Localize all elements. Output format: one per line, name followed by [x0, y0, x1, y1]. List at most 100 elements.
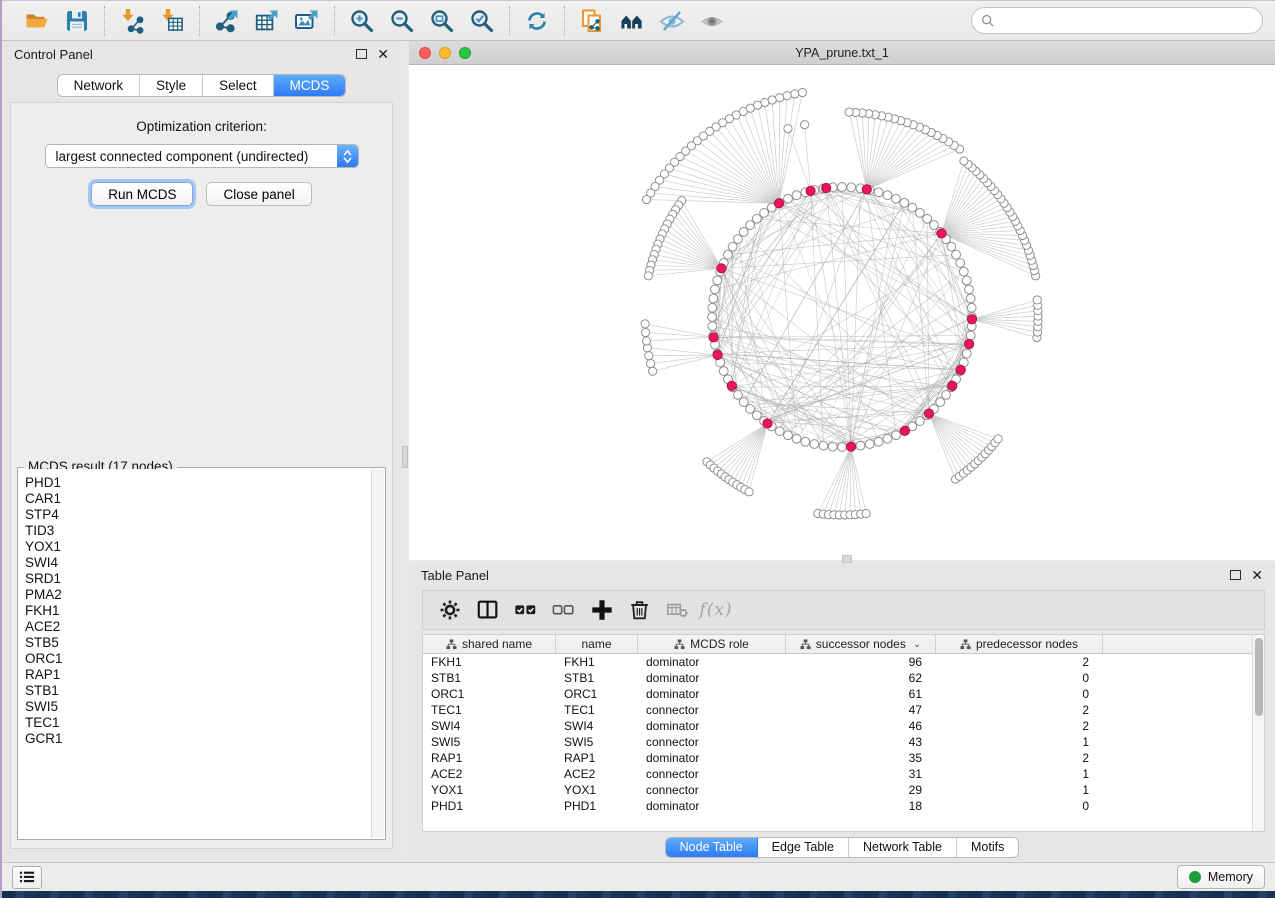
- network-satellite-node[interactable]: [845, 108, 853, 116]
- export-network-icon[interactable]: [210, 5, 244, 37]
- network-node[interactable]: [916, 417, 925, 426]
- network-node[interactable]: [792, 191, 801, 200]
- memory-button[interactable]: Memory: [1177, 865, 1265, 889]
- network-dominator-node[interactable]: [965, 339, 974, 348]
- network-node[interactable]: [966, 294, 975, 303]
- table-row[interactable]: PHD1PHD1dominator180: [423, 798, 1252, 814]
- network-dominator-node[interactable]: [713, 350, 722, 359]
- network-satellite-node[interactable]: [642, 328, 650, 336]
- import-network-icon[interactable]: [115, 5, 149, 37]
- network-node[interactable]: [724, 250, 733, 259]
- network-node[interactable]: [708, 322, 717, 331]
- network-node[interactable]: [883, 434, 892, 443]
- network-node[interactable]: [711, 285, 720, 294]
- network-satellite-node[interactable]: [745, 488, 753, 496]
- open-session-icon[interactable]: [20, 5, 54, 37]
- network-node[interactable]: [784, 194, 793, 203]
- mcds-result-item[interactable]: ACE2: [25, 619, 371, 635]
- table-row[interactable]: ACE2ACE2connector311: [423, 766, 1252, 782]
- search-field[interactable]: [971, 7, 1263, 34]
- network-satellite-node[interactable]: [862, 509, 870, 517]
- network-node[interactable]: [916, 209, 925, 218]
- network-node[interactable]: [966, 331, 975, 340]
- network-node[interactable]: [965, 285, 974, 294]
- network-node[interactable]: [959, 267, 968, 276]
- network-dominator-node[interactable]: [717, 264, 726, 273]
- network-node[interactable]: [819, 441, 828, 450]
- network-satellite-node[interactable]: [784, 124, 792, 132]
- network-satellite-node[interactable]: [801, 121, 809, 129]
- table-row[interactable]: TEC1TEC1connector472: [423, 702, 1252, 718]
- network-dominator-node[interactable]: [709, 333, 718, 342]
- show-all-icon[interactable]: [695, 5, 729, 37]
- network-node[interactable]: [739, 227, 748, 236]
- tab-network[interactable]: Network: [58, 75, 141, 96]
- mcds-result-item[interactable]: TID3: [25, 523, 371, 539]
- network-satellite-node[interactable]: [644, 272, 652, 280]
- tab-node-table[interactable]: Node Table: [666, 838, 758, 857]
- tab-motifs[interactable]: Motifs: [957, 838, 1018, 857]
- mcds-result-item[interactable]: CAR1: [25, 491, 371, 507]
- network-node[interactable]: [719, 367, 728, 376]
- tab-network-table[interactable]: Network Table: [849, 838, 957, 857]
- network-satellite-node[interactable]: [641, 320, 649, 328]
- network-satellite-node[interactable]: [645, 352, 653, 360]
- network-node[interactable]: [708, 313, 717, 322]
- network-node[interactable]: [923, 214, 932, 223]
- float-icon[interactable]: [1230, 570, 1241, 580]
- network-node[interactable]: [967, 303, 976, 312]
- network-node[interactable]: [810, 440, 819, 449]
- table-row[interactable]: RAP1RAP1dominator352: [423, 750, 1252, 766]
- add-column-icon[interactable]: [585, 595, 619, 625]
- network-node[interactable]: [908, 203, 917, 212]
- network-satellite-node[interactable]: [960, 157, 968, 165]
- mcds-result-item[interactable]: SRD1: [25, 571, 371, 587]
- scrollbar-thumb[interactable]: [1255, 638, 1263, 716]
- network-dominator-node[interactable]: [822, 183, 831, 192]
- export-image-icon[interactable]: [290, 5, 324, 37]
- network-dominator-node[interactable]: [763, 419, 772, 428]
- table-row[interactable]: FKH1FKH1dominator962: [423, 654, 1252, 670]
- network-dominator-node[interactable]: [774, 199, 783, 208]
- network-node[interactable]: [728, 242, 737, 251]
- network-node[interactable]: [883, 191, 892, 200]
- network-node[interactable]: [792, 434, 801, 443]
- deselect-all-icon[interactable]: [547, 595, 581, 625]
- optimization-criterion-select[interactable]: largest connected component (undirected): [45, 144, 359, 168]
- mcds-result-item[interactable]: PHD1: [25, 475, 371, 491]
- network-canvas[interactable]: [409, 65, 1275, 560]
- network-satellite-node[interactable]: [642, 195, 650, 203]
- network-dominator-node[interactable]: [937, 229, 946, 238]
- column-header-name[interactable]: name: [556, 635, 638, 653]
- network-node[interactable]: [784, 431, 793, 440]
- table-row[interactable]: YOX1YOX1connector291: [423, 782, 1252, 798]
- network-dominator-node[interactable]: [924, 409, 933, 418]
- network-node[interactable]: [942, 391, 951, 400]
- first-neighbors-icon[interactable]: [615, 5, 649, 37]
- network-dominator-node[interactable]: [846, 442, 855, 451]
- network-node[interactable]: [746, 221, 755, 230]
- horizontal-splitter[interactable]: [409, 560, 1275, 564]
- network-node[interactable]: [962, 276, 971, 285]
- tab-mcds[interactable]: MCDS: [274, 75, 346, 96]
- mcds-result-item[interactable]: FKH1: [25, 603, 371, 619]
- network-dominator-node[interactable]: [900, 426, 909, 435]
- hide-selected-icon[interactable]: [655, 5, 689, 37]
- network-node[interactable]: [838, 443, 847, 452]
- network-node[interactable]: [874, 188, 883, 197]
- network-node[interactable]: [709, 294, 718, 303]
- network-node[interactable]: [828, 442, 837, 451]
- mcds-result-item[interactable]: STB5: [25, 635, 371, 651]
- mcds-result-item[interactable]: STB1: [25, 683, 371, 699]
- mcds-result-item[interactable]: YOX1: [25, 539, 371, 555]
- network-node[interactable]: [775, 427, 784, 436]
- network-satellite-node[interactable]: [646, 359, 654, 367]
- network-satellite-node[interactable]: [776, 94, 784, 102]
- select-all-icon[interactable]: [509, 595, 543, 625]
- network-node[interactable]: [752, 214, 761, 223]
- column-header-shared-name[interactable]: shared name: [423, 635, 556, 653]
- network-satellite-node[interactable]: [649, 367, 657, 375]
- network-node[interactable]: [892, 194, 901, 203]
- network-satellite-node[interactable]: [1033, 296, 1041, 304]
- vertical-splitter[interactable]: [401, 41, 409, 862]
